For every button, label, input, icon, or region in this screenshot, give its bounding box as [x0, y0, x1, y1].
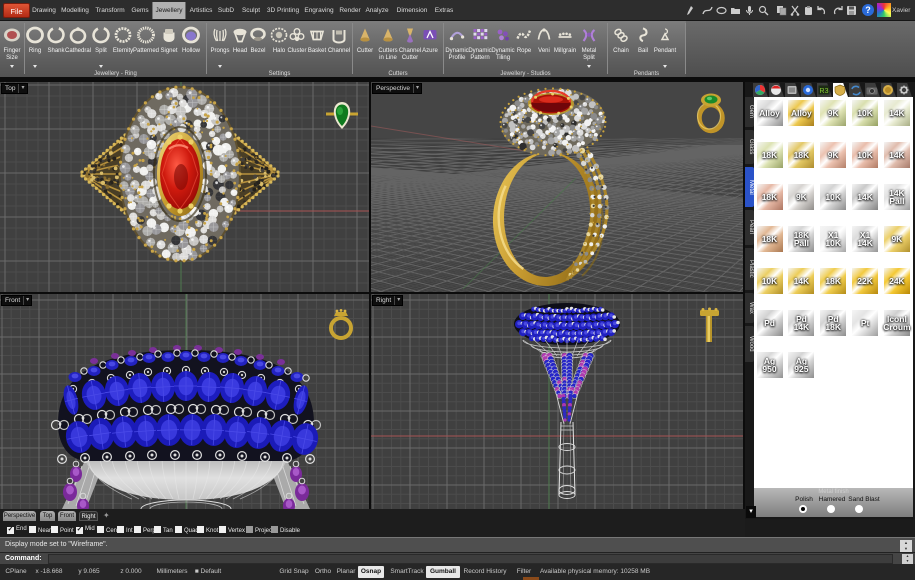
svg-text:R3: R3 [820, 88, 829, 95]
